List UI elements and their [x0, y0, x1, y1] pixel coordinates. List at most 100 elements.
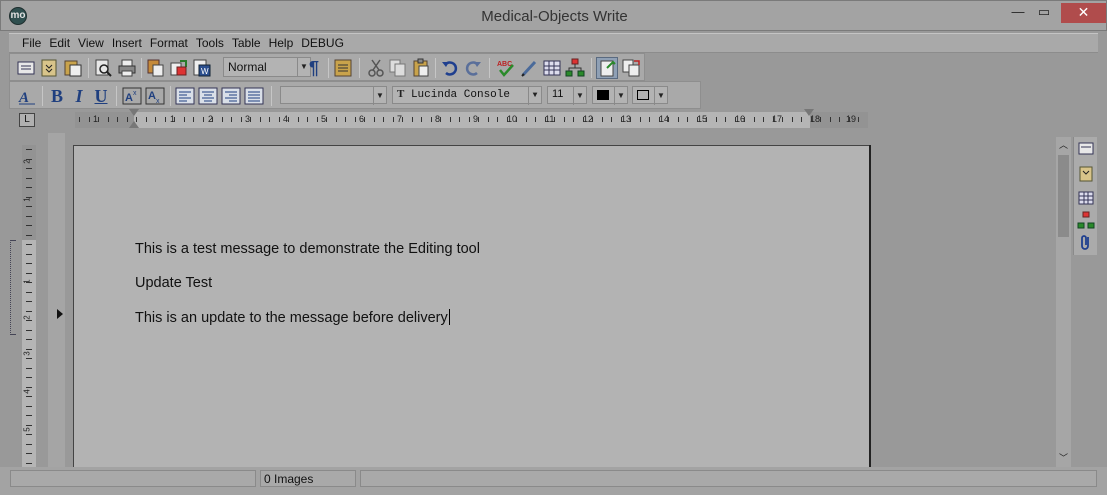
word-export-icon[interactable]: W: [191, 57, 213, 79]
ruler-tick: [459, 117, 460, 122]
font-name-select[interactable]: T Lucinda Console ▼: [392, 86, 542, 105]
ruler-tick: [763, 117, 764, 122]
ruler-tick: [839, 117, 840, 122]
fields-icon[interactable]: [1077, 165, 1095, 183]
copy-icon[interactable]: [387, 57, 409, 79]
ruler-tick: [26, 396, 32, 397]
pilcrow-icon[interactable]: ¶: [303, 57, 325, 79]
scroll-up-icon[interactable]: ︿: [1056, 138, 1071, 152]
page-view-icon[interactable]: [1077, 140, 1095, 158]
bold-button[interactable]: B: [46, 85, 68, 107]
document-page[interactable]: This is a test message to demonstrate th…: [73, 145, 869, 475]
cut-icon[interactable]: [365, 57, 387, 79]
ruler-tick: [136, 117, 137, 122]
menu-view[interactable]: View: [78, 36, 104, 50]
paragraph-style-select[interactable]: Normal ▼: [223, 57, 311, 77]
tree-icon[interactable]: [564, 57, 586, 79]
vertical-ruler[interactable]: 2 1 1 2 3 4 5: [22, 145, 36, 467]
truetype-icon: T: [397, 88, 405, 100]
ruler-tick: [848, 117, 850, 122]
menu-debug[interactable]: DEBUG: [301, 36, 344, 50]
chevron-down-icon[interactable]: ▼: [614, 87, 627, 105]
ruler-tick: [26, 301, 32, 302]
first-line-indent-marker[interactable]: [129, 109, 139, 116]
highlight-color-swatch: [637, 90, 649, 100]
align-left-icon[interactable]: [174, 85, 196, 107]
document-line[interactable]: Update Test: [135, 275, 212, 291]
highlight-color-picker[interactable]: ▼: [632, 86, 668, 105]
menu-help[interactable]: Help: [269, 36, 294, 50]
compare-icon[interactable]: [620, 57, 642, 79]
ruler-tick: [26, 339, 32, 340]
print-icon[interactable]: [116, 57, 138, 79]
maximize-button[interactable]: ▭: [1031, 3, 1057, 23]
align-center-icon[interactable]: [197, 85, 219, 107]
superscript-icon[interactable]: Ax: [121, 85, 143, 107]
ruler-tick: [26, 405, 32, 407]
attachment-icon[interactable]: [1077, 233, 1095, 251]
copy-format-icon[interactable]: [145, 57, 167, 79]
ruler-tick: [202, 117, 204, 122]
ruler-tick: [26, 272, 32, 274]
italic-button[interactable]: I: [68, 85, 90, 107]
paste-icon[interactable]: [410, 57, 432, 79]
tree-icon[interactable]: [1077, 211, 1095, 229]
justify-icon[interactable]: [243, 85, 265, 107]
tab-stop-selector[interactable]: L: [19, 113, 35, 127]
menu-format[interactable]: Format: [150, 36, 188, 50]
chevron-down-icon[interactable]: ▼: [528, 87, 541, 105]
undo-icon[interactable]: [439, 57, 461, 79]
ruler-tick: [753, 117, 755, 122]
table-grid-icon[interactable]: [1077, 189, 1095, 207]
font-color-swatch: [597, 90, 609, 100]
menu-file[interactable]: File: [22, 36, 41, 50]
menu-table[interactable]: Table: [232, 36, 261, 50]
font-size-select[interactable]: 11 ▼: [547, 86, 587, 105]
ruler-tick: [430, 117, 432, 122]
track-changes-icon[interactable]: [596, 57, 618, 79]
right-indent-marker[interactable]: [804, 109, 814, 116]
ruler-tick: [26, 215, 32, 217]
standard-toolbar: W Normal ▼ ¶ ABC: [9, 53, 645, 81]
subscript-icon[interactable]: Ax: [144, 85, 166, 107]
ruler-tick: [820, 117, 821, 122]
margin-gutter: [48, 133, 65, 467]
align-right-icon[interactable]: [220, 85, 242, 107]
font-style-icon[interactable]: A: [16, 85, 38, 107]
chevron-down-icon[interactable]: ▼: [573, 87, 586, 105]
chevron-down-icon[interactable]: ▼: [654, 87, 667, 105]
minimize-button[interactable]: —: [1005, 3, 1031, 23]
paste-special-icon[interactable]: [62, 57, 84, 79]
status-cell-left: [10, 470, 256, 487]
document-line[interactable]: This is a test message to demonstrate th…: [135, 241, 480, 257]
status-bar: 0 Images: [0, 467, 1107, 495]
table-grid-icon[interactable]: [541, 57, 563, 79]
spellcheck-icon[interactable]: ABC: [495, 57, 517, 79]
menu-insert[interactable]: Insert: [112, 36, 142, 50]
ruler-tick: [221, 117, 223, 122]
vertical-scrollbar[interactable]: ︿ ﹀: [1056, 137, 1071, 467]
scroll-down-icon[interactable]: ﹀: [1056, 451, 1071, 465]
left-indent-marker[interactable]: [129, 121, 139, 128]
print-preview-icon[interactable]: [92, 57, 114, 79]
ruler-tick: [250, 117, 251, 122]
menu-edit[interactable]: Edit: [49, 36, 70, 50]
ruler-tick: [734, 117, 736, 122]
close-button[interactable]: ✕: [1061, 3, 1106, 23]
paragraph-format-select[interactable]: ▼: [280, 86, 387, 105]
page-view-icon[interactable]: [15, 57, 37, 79]
pen-icon[interactable]: [518, 57, 540, 79]
document-line-current[interactable]: This is an update to the message before …: [135, 309, 450, 326]
menu-tools[interactable]: Tools: [196, 36, 224, 50]
chevron-down-icon[interactable]: ▼: [373, 87, 386, 105]
font-color-picker[interactable]: ▼: [592, 86, 628, 105]
redo-icon[interactable]: [462, 57, 484, 79]
underline-button[interactable]: U: [90, 85, 112, 107]
fields-icon[interactable]: [38, 57, 60, 79]
merge-icon[interactable]: [168, 57, 190, 79]
svg-text:W: W: [201, 67, 209, 76]
horizontal-ruler[interactable]: 1 1 2 3 4 5 6 7 8 9 10 11 12 13 14 15 16…: [75, 109, 868, 128]
ruler-tick: [126, 117, 128, 122]
style-list-icon[interactable]: [332, 57, 354, 79]
scroll-thumb[interactable]: [1058, 155, 1069, 237]
